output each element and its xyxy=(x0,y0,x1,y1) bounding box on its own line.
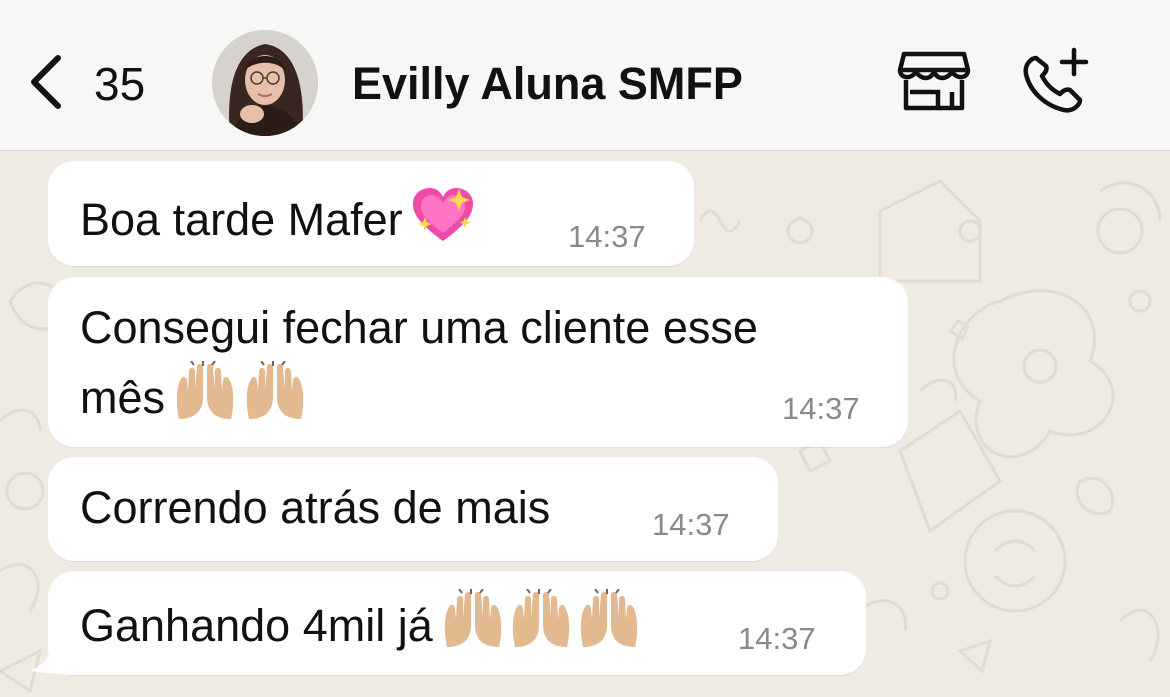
message-text: Ganhando 4mil já xyxy=(80,588,641,665)
message-text-content: Ganhando 4mil já xyxy=(80,600,433,651)
chat-area[interactable]: Boa tarde Mafer 14:37 Consegui fechar um… xyxy=(0,151,1170,697)
raising-hands-emoji xyxy=(173,360,313,437)
catalog-button[interactable] xyxy=(896,48,972,114)
message-bubble[interactable]: Consegui fechar uma cliente esse mês 14:… xyxy=(48,277,908,447)
back-button[interactable] xyxy=(22,52,68,112)
chat-header: 35 Evilly Aluna SMFP xyxy=(0,0,1170,151)
chevron-left-icon xyxy=(31,55,61,109)
message-text: Boa tarde Mafer xyxy=(80,187,475,259)
message-bubble[interactable]: Correndo atrás de mais 14:37 xyxy=(48,457,778,561)
message-text: Correndo atrás de mais xyxy=(80,482,551,533)
unread-count[interactable]: 35 xyxy=(94,58,145,110)
message-time: 14:37 xyxy=(568,219,646,254)
profile-photo xyxy=(212,30,318,136)
message-time: 14:37 xyxy=(652,507,730,542)
contact-name[interactable]: Evilly Aluna SMFP xyxy=(352,58,743,110)
message-time: 14:37 xyxy=(738,621,816,656)
message-bubble[interactable]: Boa tarde Mafer 14:37 xyxy=(48,161,694,266)
raising-hands-emoji xyxy=(441,588,641,665)
message-text: Consegui fechar uma cliente esse xyxy=(80,302,758,353)
message-text-content: Boa tarde Mafer xyxy=(80,194,403,245)
storefront-icon xyxy=(897,51,971,111)
sparkling-heart-emoji xyxy=(411,187,475,259)
message-bubble[interactable]: Ganhando 4mil já 14:37 xyxy=(48,571,866,675)
bubble-tail xyxy=(30,645,68,675)
add-call-button[interactable] xyxy=(1016,44,1092,120)
add-call-icon xyxy=(1023,47,1089,113)
message-time: 14:37 xyxy=(782,391,860,426)
message-text: mês xyxy=(80,360,313,437)
avatar[interactable] xyxy=(212,30,318,136)
message-text-content: mês xyxy=(80,372,166,423)
